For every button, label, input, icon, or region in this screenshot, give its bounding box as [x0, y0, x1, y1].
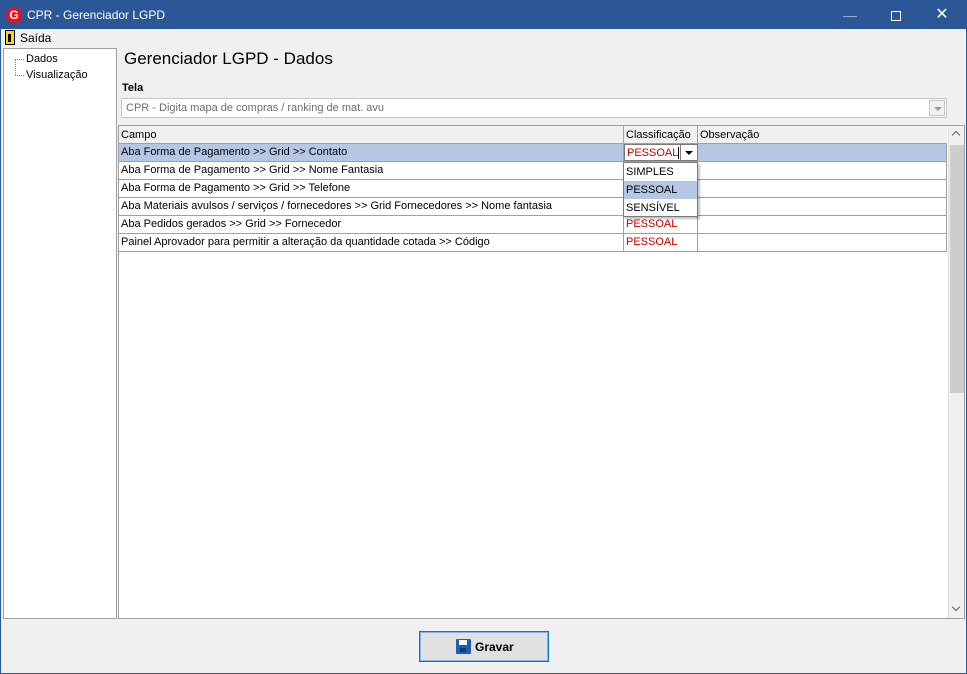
cell-campo[interactable]: Aba Forma de Pagamento >> Grid >> Nome F…	[119, 162, 624, 179]
table-row[interactable]: Painel Aprovador para permitir a alteraç…	[119, 234, 947, 252]
cell-campo[interactable]: Aba Materiais avulsos / serviços / forne…	[119, 198, 624, 215]
dropdown-option-sensivel[interactable]: SENSÍVEL	[624, 199, 697, 217]
window-title: CPR - Gerenciador LGPD	[27, 8, 166, 22]
maximize-button[interactable]	[873, 1, 919, 29]
classificacao-editor[interactable]: PESSOAL	[624, 144, 698, 161]
page-title: Gerenciador LGPD - Dados	[124, 49, 333, 68]
save-button[interactable]: Gravar	[419, 631, 549, 662]
column-header-campo[interactable]: Campo	[119, 126, 624, 144]
tree-item-dados[interactable]: Dados	[26, 53, 58, 65]
cell-campo[interactable]: Painel Aprovador para permitir a alteraç…	[119, 234, 624, 251]
cell-campo[interactable]: Aba Forma de Pagamento >> Grid >> Telefo…	[119, 180, 624, 197]
grid-header: Campo Classificação Observação	[119, 126, 947, 144]
scroll-thumb[interactable]	[950, 145, 964, 393]
vertical-scrollbar[interactable]	[948, 126, 964, 618]
save-button-label: Gravar	[475, 640, 514, 654]
table-row[interactable]: Aba Pedidos gerados >> Grid >> Fornecedo…	[119, 216, 947, 234]
tela-label: Tela	[122, 82, 144, 94]
column-header-observacao[interactable]: Observação	[698, 126, 947, 144]
chevron-down-icon[interactable]	[929, 100, 945, 116]
cell-observacao[interactable]	[698, 216, 947, 233]
menu-exit[interactable]: Saída	[20, 31, 51, 45]
cell-observacao[interactable]	[698, 234, 947, 251]
cell-campo[interactable]: Aba Forma de Pagamento >> Grid >> Contat…	[119, 144, 624, 161]
cell-observacao[interactable]	[698, 144, 947, 161]
table-row[interactable]: Aba Materiais avulsos / serviços / forne…	[119, 198, 947, 216]
classificacao-editor-value: PESSOAL	[627, 147, 679, 159]
minimize-icon: —	[843, 7, 857, 23]
scroll-down-icon[interactable]	[949, 601, 965, 618]
exit-door-icon[interactable]	[5, 30, 15, 45]
table-row[interactable]: Aba Forma de Pagamento >> Grid >> Nome F…	[119, 162, 947, 180]
cell-observacao[interactable]	[698, 162, 947, 179]
tela-select[interactable]: CPR - Digita mapa de compras / ranking d…	[121, 98, 947, 118]
text-caret	[678, 147, 679, 159]
cell-observacao[interactable]	[698, 180, 947, 197]
floppy-disk-icon	[456, 639, 471, 654]
tree-connector	[15, 75, 24, 76]
cell-observacao[interactable]	[698, 198, 947, 215]
table-row[interactable]: Aba Forma de Pagamento >> Grid >> Telefo…	[119, 180, 947, 198]
scroll-up-icon[interactable]	[949, 126, 965, 143]
close-icon: ✕	[935, 6, 949, 23]
classificacao-dropdown-list: SIMPLES PESSOAL SENSÍVEL	[623, 162, 698, 217]
tree-item-visualizacao[interactable]: Visualização	[26, 69, 88, 81]
dropdown-option-simples[interactable]: SIMPLES	[624, 163, 697, 181]
title-bar[interactable]: G CPR - Gerenciador LGPD — ✕	[1, 1, 966, 29]
minimize-button[interactable]: —	[827, 1, 873, 29]
maximize-icon	[891, 11, 901, 22]
tree-connector	[15, 59, 24, 60]
table-row[interactable]: Aba Forma de Pagamento >> Grid >> Contat…	[119, 144, 947, 162]
dropdown-option-pessoal[interactable]: PESSOAL	[624, 181, 697, 199]
close-button[interactable]: ✕	[919, 1, 965, 29]
tree-connector	[15, 59, 16, 75]
cell-classificacao[interactable]: PESSOAL	[624, 234, 698, 251]
main-window: G CPR - Gerenciador LGPD — ✕ Saída Dados…	[0, 0, 967, 674]
cell-campo[interactable]: Aba Pedidos gerados >> Grid >> Fornecedo…	[119, 216, 624, 233]
chevron-down-icon[interactable]	[680, 145, 697, 160]
data-grid: Campo Classificação Observação Aba Forma…	[118, 125, 965, 619]
menu-bar: Saída	[1, 29, 966, 47]
column-header-classificacao[interactable]: Classificação	[624, 126, 698, 144]
tela-select-value: CPR - Digita mapa de compras / ranking d…	[126, 102, 385, 114]
cell-classificacao[interactable]: PESSOAL	[624, 216, 698, 233]
app-logo-icon: G	[6, 7, 22, 23]
nav-tree: Dados Visualização	[3, 48, 117, 619]
